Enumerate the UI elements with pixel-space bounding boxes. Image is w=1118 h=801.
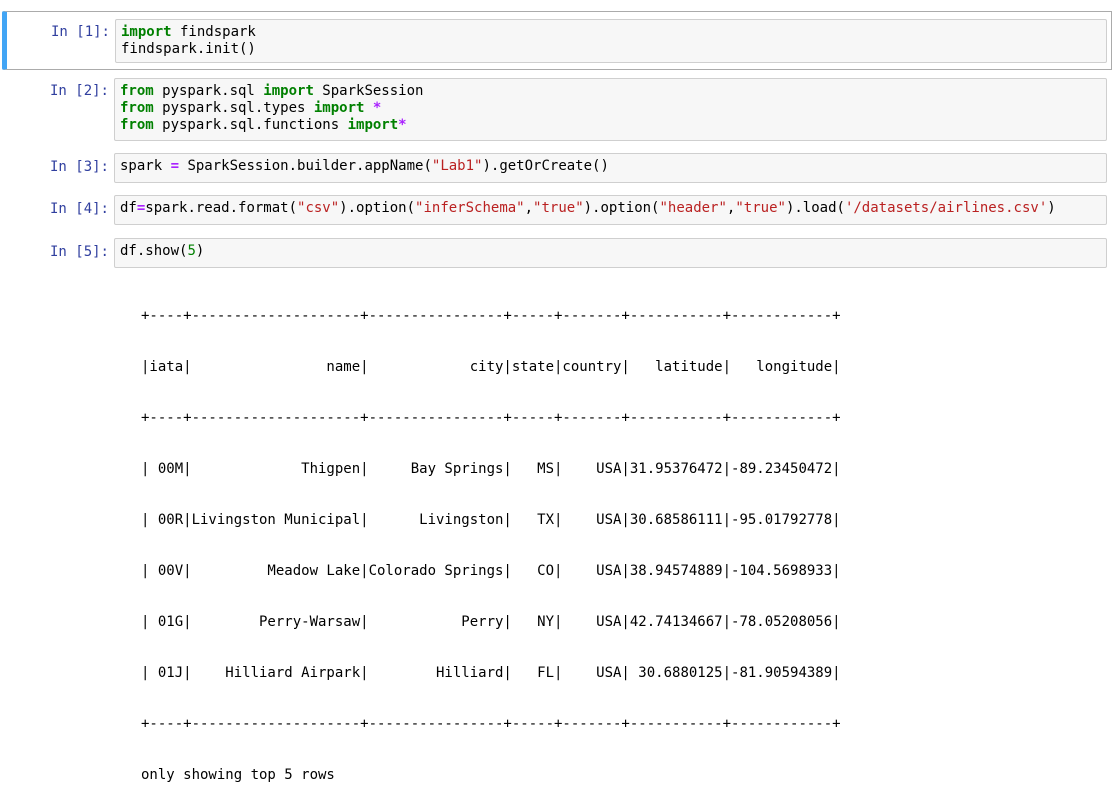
output-line: +----+--------------------+-------------… (141, 410, 841, 426)
code-token: "header" (659, 200, 727, 216)
code-token: = (170, 158, 180, 174)
code-token: ) (1047, 200, 1056, 216)
code-token: "true" (735, 200, 786, 216)
code-line: df=spark.read.format("csv").option("infe… (120, 200, 1101, 217)
code-token: , (524, 200, 534, 216)
code-token: pyspark.sql.functions (153, 117, 348, 133)
code-editor[interactable]: df.show(5) (114, 238, 1107, 268)
code-token: "csv" (297, 200, 340, 216)
code-token: SparkSession (313, 83, 424, 99)
output-line: | 00R|Livingston Municipal| Livingston| … (141, 512, 841, 528)
code-line: import findspark (121, 24, 1101, 41)
code-token: ) (195, 243, 205, 259)
code-editor[interactable]: spark = SparkSession.builder.appName("La… (114, 153, 1107, 183)
code-token: spark.read.format( (145, 200, 298, 216)
notebook-cell-5[interactable]: In [5]: df.show(5) (2, 232, 1112, 270)
cell-prompt: In [3]: (49, 159, 109, 175)
code-token: SparkSession.builder.appName( (179, 158, 432, 174)
output-line: | 01G| Perry-Warsaw| Perry| NY| USA|42.7… (141, 614, 841, 630)
code-line: from pyspark.sql.functions import* (120, 117, 1101, 134)
code-token: "inferSchema" (415, 200, 525, 216)
code-token: * (398, 117, 407, 133)
code-token: spark (120, 158, 171, 174)
output-line: +----+--------------------+-------------… (141, 308, 841, 324)
code-token: pyspark.sql (153, 83, 264, 99)
output-line: +----+--------------------+-------------… (141, 716, 841, 732)
cell-prompt: In [5]: (49, 244, 109, 260)
code-token: import (313, 100, 365, 116)
code-token: 5 (187, 243, 196, 259)
notebook-cell-4[interactable]: In [4]: df=spark.read.format("csv").opti… (2, 190, 1112, 228)
code-token: from (120, 117, 154, 133)
code-token: import (121, 24, 172, 40)
notebook-cell-3[interactable]: In [3]: spark = SparkSession.builder.app… (2, 149, 1112, 187)
code-line: spark = SparkSession.builder.appName("La… (120, 158, 1101, 175)
code-line: findspark.init() (121, 41, 1101, 58)
cell-output: +----+--------------------+-------------… (141, 274, 841, 801)
code-token: df (120, 200, 137, 216)
code-line: from pyspark.sql import SparkSession (120, 83, 1101, 100)
code-token: import (263, 83, 314, 99)
cell-prompt: In [4]: (49, 201, 109, 217)
output-line: only showing top 5 rows (141, 767, 335, 783)
output-line: | 01J| Hilliard Airpark| Hilliard| FL| U… (141, 665, 841, 681)
notebook-cell-1[interactable]: In [1]: import findspark findspark.init() (2, 11, 1112, 70)
code-editor[interactable]: import findspark findspark.init() (115, 19, 1107, 63)
output-line: | 00V| Meadow Lake|Colorado Springs| CO|… (141, 563, 841, 579)
code-token: findspark (171, 24, 256, 40)
notebook-cell-2[interactable]: In [2]: from pyspark.sql import SparkSes… (2, 74, 1112, 144)
code-token: ).option( (339, 200, 416, 216)
output-line: |iata| name| city|state|country| latitud… (141, 359, 841, 375)
code-token: "true" (533, 200, 584, 216)
code-token: df.show( (120, 243, 188, 259)
code-token: ).getOrCreate() (482, 158, 609, 174)
code-token: ).option( (583, 200, 660, 216)
code-token: * (372, 100, 382, 116)
code-line: from pyspark.sql.types import * (120, 100, 1101, 117)
cell-prompt: In [2]: (49, 83, 109, 99)
code-editor[interactable]: from pyspark.sql import SparkSession from… (114, 78, 1107, 141)
code-token: import (347, 117, 399, 133)
code-token: pyspark.sql.types (153, 100, 314, 116)
code-token: '/datasets/airlines.csv' (844, 200, 1048, 216)
cell-prompt: In [1]: (50, 24, 110, 40)
code-token: ).load( (785, 200, 845, 216)
code-token: findspark.init() (121, 41, 256, 57)
code-editor[interactable]: df=spark.read.format("csv").option("infe… (114, 195, 1107, 225)
output-line: | 00M| Thigpen| Bay Springs| MS| USA|31.… (141, 461, 841, 477)
code-token: from (120, 100, 154, 116)
code-token: from (120, 83, 154, 99)
code-token: "Lab1" (431, 158, 483, 174)
code-line: df.show(5) (120, 243, 1101, 260)
